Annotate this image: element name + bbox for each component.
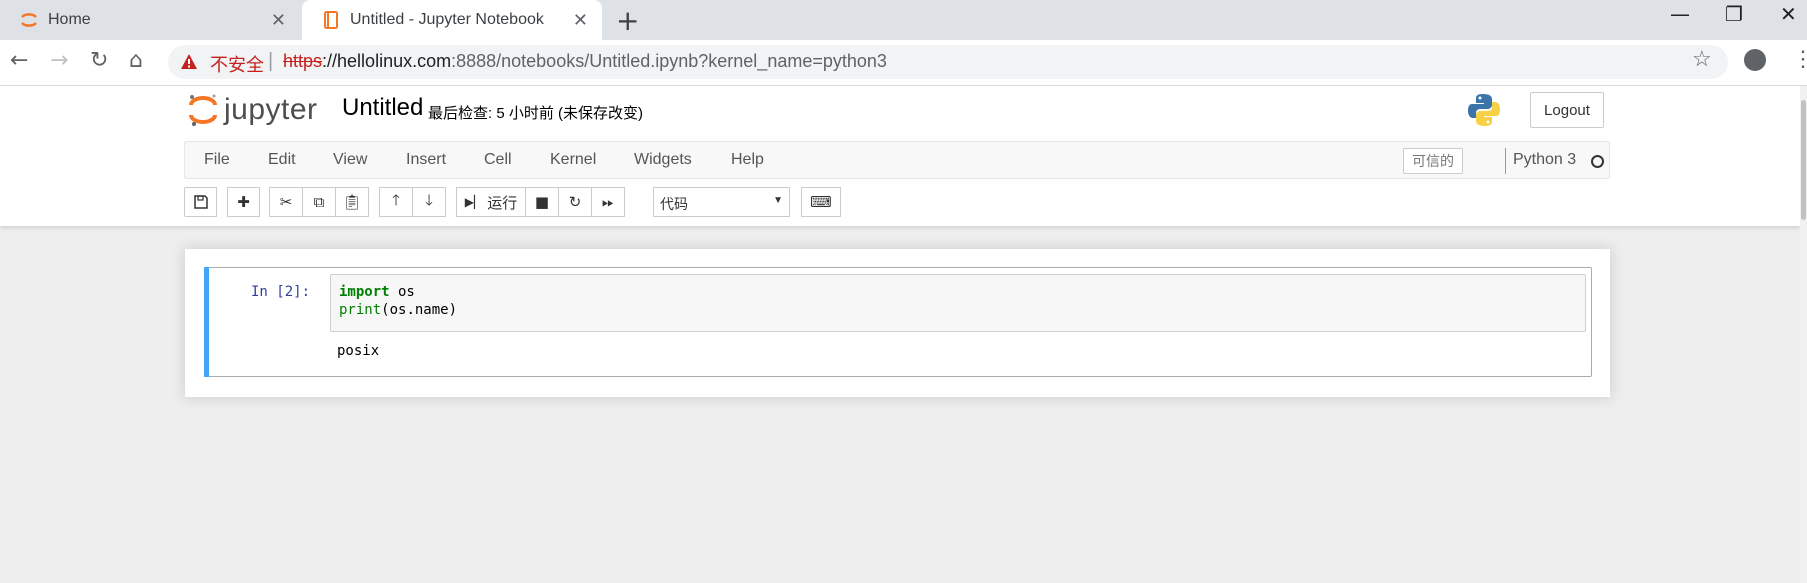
interrupt-button[interactable]: ■ <box>525 187 559 217</box>
stop-icon: ■ <box>534 193 550 211</box>
command-palette-button[interactable]: ⌨ <box>801 187 841 217</box>
menu-help[interactable]: Help <box>731 151 764 169</box>
code-editor[interactable]: import os print(os.name) <box>330 274 1586 332</box>
cut-button[interactable]: ✂ <box>269 187 303 217</box>
browser-tab-strip: Home ✕ Untitled - Jupyter Notebook ✕ + —… <box>0 0 1807 40</box>
python-logo-icon <box>1468 94 1500 126</box>
url-scheme: https <box>283 51 323 71</box>
keyboard-icon: ⌨ <box>810 193 832 211</box>
tab-notebook[interactable]: Untitled - Jupyter Notebook ✕ <box>302 0 602 40</box>
address-bar[interactable]: 不安全 | https://hellolinux.com:8888/notebo… <box>168 45 1728 79</box>
tab-home[interactable]: Home ✕ <box>0 0 300 40</box>
url-path: :8888/notebooks/Untitled.ipynb?kernel_na… <box>451 51 887 71</box>
insert-cell-button[interactable]: ✚ <box>227 187 260 217</box>
jupyter-app: jupyter Untitled 最后检查: 5 小时前 (未保存改变) Log… <box>0 86 1800 583</box>
code-line: import os <box>339 284 415 300</box>
warning-icon <box>181 54 197 69</box>
plus-icon: ✚ <box>237 193 250 211</box>
menu-file[interactable]: File <box>204 151 230 169</box>
scissors-icon: ✂ <box>279 193 293 211</box>
scrollbar-thumb[interactable] <box>1801 100 1806 220</box>
notebook-header: jupyter Untitled 最后检查: 5 小时前 (未保存改变) Log… <box>0 86 1800 226</box>
move-up-button[interactable]: 🡑 <box>379 187 413 217</box>
cell-type-select[interactable]: 代码 ▼ <box>653 187 790 217</box>
input-prompt: In [2]: <box>251 284 311 300</box>
builtin: print <box>339 302 382 318</box>
run-all-button[interactable]: ⏩︎ <box>591 187 625 217</box>
code-cell[interactable]: In [2]: import os print(os.name) posix <box>204 267 1592 377</box>
menu-insert[interactable]: Insert <box>406 151 446 169</box>
logo-text: jupyter <box>224 93 318 126</box>
jupyter-logo[interactable]: jupyter <box>188 92 318 128</box>
cell-output: posix <box>337 343 380 359</box>
run-label: 运行 <box>487 194 518 212</box>
save-button[interactable] <box>184 187 217 217</box>
restart-icon: ↻ <box>568 193 582 211</box>
jupyter-favicon-icon <box>21 13 37 27</box>
keyword: import <box>339 284 390 300</box>
notebook-menubar: File Edit View Insert Cell Kernel Widget… <box>184 141 1610 179</box>
run-button[interactable]: ▶▏ 运行 <box>456 187 526 217</box>
copy-icon: ⧉ <box>313 193 325 211</box>
paste-icon: 📋︎ <box>342 193 362 211</box>
new-tab-button[interactable]: + <box>616 4 639 37</box>
browser-menu-icon[interactable]: ⋮ <box>1792 46 1807 72</box>
tab-title: Home <box>48 11 91 28</box>
security-label[interactable]: 不安全 <box>210 51 264 77</box>
forward-icon[interactable]: → <box>50 48 68 73</box>
chevron-down-icon: ▼ <box>773 195 783 206</box>
menu-cell[interactable]: Cell <box>484 151 512 169</box>
notebook-favicon-icon <box>324 11 338 29</box>
browser-toolbar: ← → ↻ ⌂ 不安全 | https://hellolinux.com:888… <box>0 40 1807 86</box>
selected-cell-indicator <box>204 267 209 377</box>
move-down-button[interactable]: 🡓 <box>412 187 446 217</box>
cell-type-value: 代码 <box>660 196 688 212</box>
notebook-container: In [2]: import os print(os.name) posix <box>185 249 1610 397</box>
code-text: (os.name) <box>381 302 458 318</box>
tab-title: Untitled - Jupyter Notebook <box>350 11 544 28</box>
trusted-indicator[interactable]: 可信的 <box>1403 148 1463 174</box>
checkpoint-status: 最后检查: 5 小时前 (未保存改变) <box>428 105 644 122</box>
menu-view[interactable]: View <box>333 151 367 169</box>
reload-icon[interactable]: ↻ <box>90 48 108 73</box>
back-icon[interactable]: ← <box>10 48 28 73</box>
account-icon[interactable] <box>1744 49 1766 71</box>
jupyter-logo-icon <box>189 94 217 126</box>
tab-close-icon[interactable]: ✕ <box>271 10 286 31</box>
close-window-button[interactable]: ✕ <box>1780 2 1797 26</box>
menu-kernel[interactable]: Kernel <box>550 151 596 169</box>
maximize-button[interactable]: ❐ <box>1725 2 1743 26</box>
code-line: print(os.name) <box>339 302 457 318</box>
url-text[interactable]: https://hellolinux.com:8888/notebooks/Un… <box>283 51 887 72</box>
url-separator: | <box>268 50 274 72</box>
logout-button[interactable]: Logout <box>1530 92 1604 128</box>
save-icon <box>193 195 208 209</box>
home-icon[interactable]: ⌂ <box>129 48 143 73</box>
code-text: os <box>389 284 415 300</box>
arrow-down-icon: 🡓 <box>425 190 433 209</box>
kernel-idle-icon <box>1591 155 1604 168</box>
notebook-name[interactable]: Untitled <box>342 94 423 122</box>
url-host: ://hellolinux.com <box>322 51 452 71</box>
menu-widgets[interactable]: Widgets <box>634 151 692 169</box>
menu-edit[interactable]: Edit <box>268 151 296 169</box>
restart-button[interactable]: ↻ <box>558 187 592 217</box>
bookmark-star-icon[interactable]: ☆ <box>1692 46 1712 72</box>
minimize-button[interactable]: — <box>1670 2 1690 26</box>
paste-button[interactable]: 📋︎ <box>335 187 369 217</box>
arrow-up-icon: 🡑 <box>392 190 400 209</box>
tab-close-icon[interactable]: ✕ <box>573 10 588 31</box>
step-forward-icon: ▶▏ <box>464 195 484 209</box>
kernel-name[interactable]: Python 3 <box>1513 151 1576 169</box>
kernel-divider <box>1505 148 1506 174</box>
fast-forward-icon: ⏩︎ <box>601 193 614 211</box>
copy-button[interactable]: ⧉ <box>302 187 336 217</box>
